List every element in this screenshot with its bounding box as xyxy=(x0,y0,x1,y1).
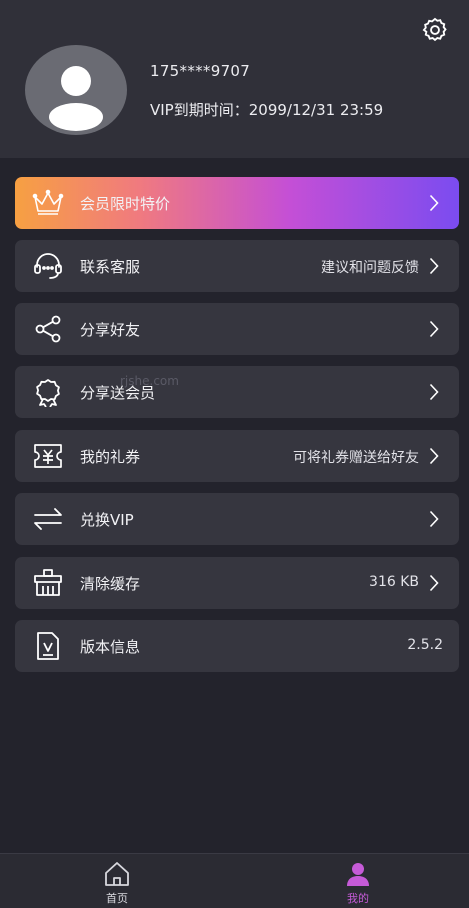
menu-item-label: 版本信息 xyxy=(80,638,141,656)
tab-home[interactable]: 首页 xyxy=(77,854,157,908)
broom-icon xyxy=(34,569,62,596)
document-icon xyxy=(37,632,59,660)
badge-icon xyxy=(36,379,60,407)
chevron-right-icon xyxy=(429,574,439,592)
chevron-right-icon xyxy=(429,383,439,401)
menu-item-my-coupons[interactable]: 我的礼券 可将礼券赠送给好友 xyxy=(15,430,459,482)
menu-item-value: 316 KB xyxy=(369,574,419,590)
phone-number: 175****9707 xyxy=(150,62,251,80)
bottom-tab-bar: 首页 我的 xyxy=(0,853,469,908)
avatar[interactable] xyxy=(25,45,127,135)
chevron-right-icon xyxy=(429,510,439,528)
chevron-right-icon xyxy=(429,194,439,212)
watermark: rjshe.com xyxy=(120,374,179,388)
tab-mine[interactable]: 我的 xyxy=(318,854,398,908)
chevron-right-icon xyxy=(429,447,439,465)
menu-item-value: 建议和问题反馈 xyxy=(321,260,419,276)
menu-item-label: 清除缓存 xyxy=(80,575,141,593)
menu-item-customer-service[interactable]: 联系客服 建议和问题反馈 xyxy=(15,240,459,292)
headset-icon xyxy=(34,253,62,279)
profile-header: 175****9707 VIP到期时间：2099/12/31 23:59 xyxy=(0,0,469,158)
tab-label: 首页 xyxy=(106,892,128,905)
menu-item-value: 可将礼券赠送给好友 xyxy=(293,450,419,466)
menu-item-label: 我的礼券 xyxy=(80,448,141,466)
menu-item-share-vip[interactable]: 分享送会员 xyxy=(15,366,459,418)
menu-item-label: 兑换VIP xyxy=(80,511,134,529)
home-icon xyxy=(105,862,129,886)
menu-item-value: 2.5.2 xyxy=(407,637,443,653)
user-silhouette-icon xyxy=(49,66,103,131)
menu-item-label: 分享好友 xyxy=(80,321,141,339)
menu-item-redeem-vip[interactable]: 兑换VIP xyxy=(15,493,459,545)
gear-icon[interactable] xyxy=(421,16,449,44)
menu-item-clear-cache[interactable]: 清除缓存 316 KB xyxy=(15,557,459,609)
user-icon xyxy=(347,863,369,886)
chevron-right-icon xyxy=(429,257,439,275)
menu-item-share-friends[interactable]: 分享好友 xyxy=(15,303,459,355)
tab-label: 我的 xyxy=(347,892,369,905)
coupon-icon xyxy=(34,444,62,468)
menu-item-label: 联系客服 xyxy=(80,258,141,276)
vip-expiry-text: VIP到期时间：2099/12/31 23:59 xyxy=(150,101,384,119)
menu-item-version-info[interactable]: 版本信息 2.5.2 xyxy=(15,620,459,672)
exchange-icon xyxy=(34,508,62,530)
menu-item-label: 会员限时特价 xyxy=(80,195,171,213)
crown-icon xyxy=(32,189,64,215)
chevron-right-icon xyxy=(429,320,439,338)
share-icon xyxy=(35,315,61,343)
menu-item-vip-promo[interactable]: 会员限时特价 xyxy=(15,177,459,229)
